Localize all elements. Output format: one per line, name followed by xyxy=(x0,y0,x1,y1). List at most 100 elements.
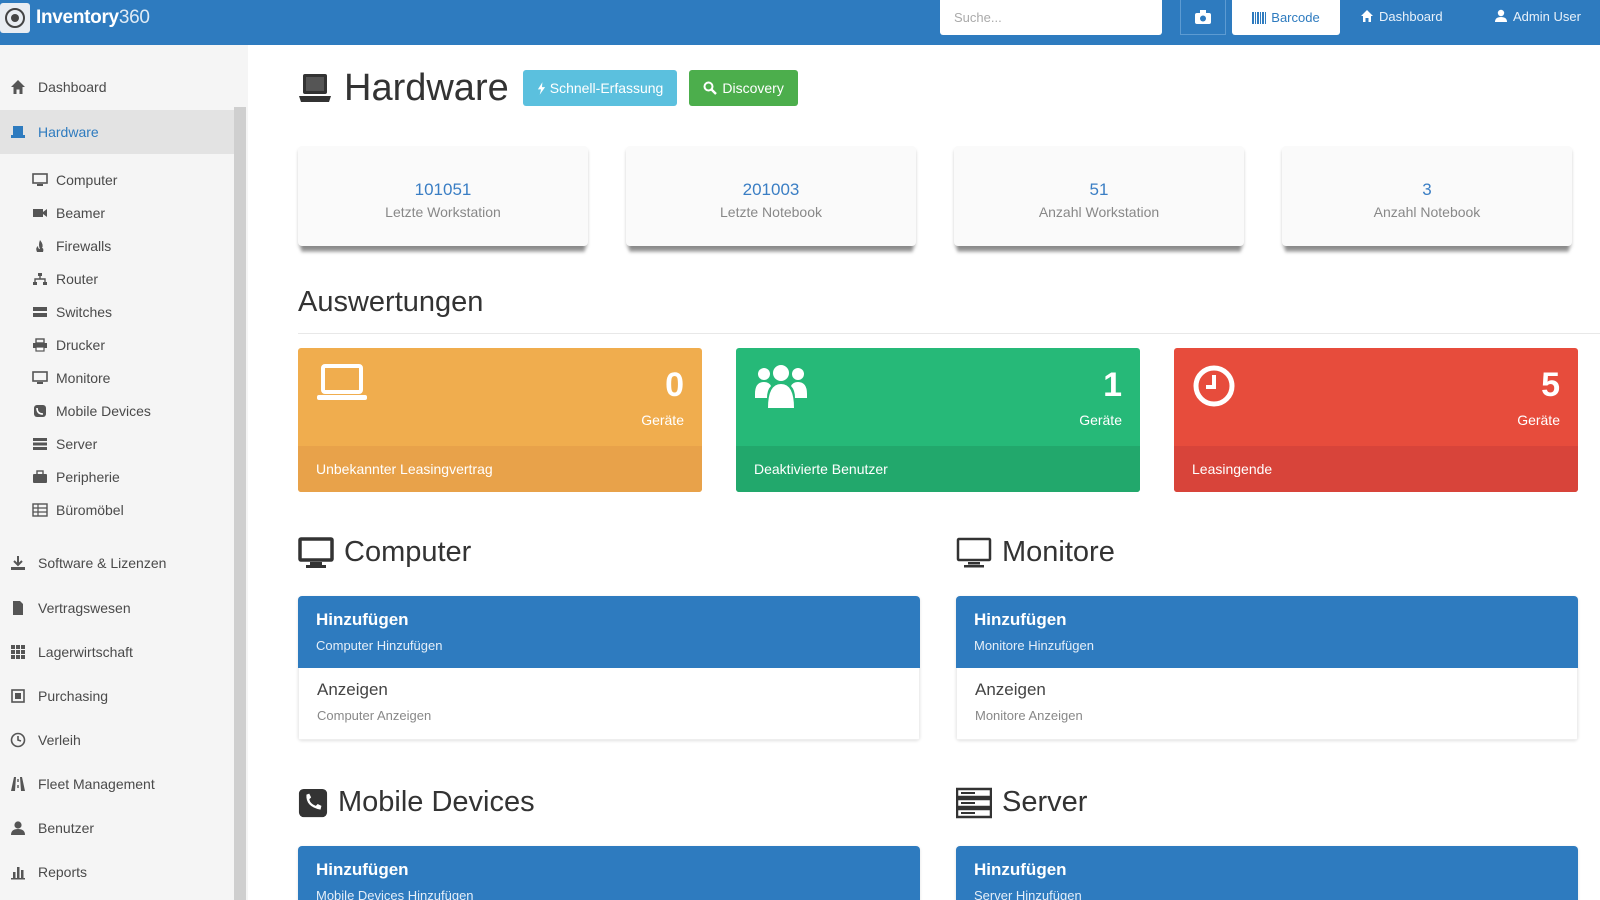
tile-leasing-end[interactable]: 5 Geräte Leasingende xyxy=(1174,348,1578,492)
evaluations-title: Auswertungen xyxy=(298,286,484,318)
stat-card-workstation-count[interactable]: 51 Anzahl Workstation xyxy=(954,146,1244,246)
sidebar-scrollbar[interactable] xyxy=(234,107,246,900)
tile-deactivated-users[interactable]: 1 Geräte Deaktivierte Benutzer xyxy=(736,348,1140,492)
section-title-computer: Computer xyxy=(298,536,471,569)
stat-label: Anzahl Notebook xyxy=(1373,204,1481,220)
sidebar-subitem-label: Computer xyxy=(56,172,118,188)
clock-icon xyxy=(10,732,26,748)
sidebar-subitem-firewalls[interactable]: Firewalls xyxy=(0,230,234,262)
sidebar-item-label: Dashboard xyxy=(38,79,107,95)
user-icon xyxy=(1495,9,1507,22)
panel-add-title: Hinzufügen xyxy=(316,610,409,629)
discovery-button[interactable]: Discovery xyxy=(689,70,798,106)
user-menu[interactable]: Admin User xyxy=(1494,0,1581,32)
sidebar-subitem-server[interactable]: Server xyxy=(0,428,234,460)
tile-unit: Geräte xyxy=(1517,412,1560,428)
panel-show-subtitle: Computer Anzeigen xyxy=(317,708,432,723)
sidebar-item-verleih[interactable]: Verleih xyxy=(0,718,234,762)
sidebar-subitem-monitore[interactable]: Monitore xyxy=(0,362,234,394)
stat-label: Letzte Workstation xyxy=(385,204,501,220)
quick-capture-button[interactable]: Schnell-Erfassung xyxy=(522,70,678,106)
panel-add-subtitle: Mobile Devices Hinzufügen xyxy=(316,888,474,900)
panel-show-title: Anzeigen xyxy=(317,680,388,699)
sidebar-item-label: Hardware xyxy=(38,124,99,140)
sidebar-item-software[interactable]: Software & Lizenzen xyxy=(0,541,234,585)
brand-name: Inventory360 xyxy=(36,6,150,28)
table-icon xyxy=(32,503,48,517)
sidebar-item-purchasing[interactable]: Purchasing xyxy=(0,674,234,718)
sidebar-item-dashboard[interactable]: Dashboard xyxy=(0,65,234,109)
sidebar-subitem-label: Büromöbel xyxy=(56,502,124,518)
sidebar-item-hardware[interactable]: Hardware xyxy=(0,110,234,154)
sidebar-item-vertragswesen[interactable]: Vertragswesen xyxy=(0,586,234,630)
sidebar-item-label: Lagerwirtschaft xyxy=(38,644,133,660)
section-title-server: Server xyxy=(956,786,1087,819)
tile-unknown-leasing[interactable]: 0 Geräte Unbekannter Leasingvertrag xyxy=(298,348,702,492)
show-monitor-button[interactable]: Anzeigen Monitore Anzeigen xyxy=(956,668,1578,740)
stat-card-notebook-count[interactable]: 3 Anzahl Notebook xyxy=(1282,146,1572,246)
tile-unit: Geräte xyxy=(641,412,684,428)
camera-icon xyxy=(1195,10,1211,24)
add-server-button[interactable]: Hinzufügen Server Hinzufügen xyxy=(956,846,1578,900)
panel-add-title: Hinzufügen xyxy=(974,610,1067,629)
panel-add-subtitle: Server Hinzufügen xyxy=(974,888,1082,900)
barcode-button[interactable]: Barcode xyxy=(1232,0,1340,35)
section-title-mobile-devices: Mobile Devices xyxy=(298,786,535,819)
tile-value: 0 xyxy=(665,366,684,404)
show-computer-button[interactable]: Anzeigen Computer Anzeigen xyxy=(298,668,920,740)
sidebar-item-fleet[interactable]: Fleet Management xyxy=(0,762,234,806)
sidebar-subitem-mobile-devices[interactable]: Mobile Devices xyxy=(0,395,234,427)
page-title: Hardware xyxy=(344,66,509,109)
discovery-label: Discovery xyxy=(722,80,784,96)
panel-monitore: Hinzufügen Monitore Hinzufügen Anzeigen … xyxy=(956,596,1578,740)
stat-value: 3 xyxy=(1422,180,1432,199)
sidebar-item-lagerwirtschaft[interactable]: Lagerwirtschaft xyxy=(0,630,234,674)
sidebar-item-label: Purchasing xyxy=(38,688,109,704)
sidebar-item-benutzer[interactable]: Benutzer xyxy=(0,806,234,850)
phone-icon xyxy=(298,788,328,817)
sidebar-subitem-computer[interactable]: Computer xyxy=(0,164,234,196)
stat-value: 101051 xyxy=(414,180,472,199)
tile-unit: Geräte xyxy=(1079,412,1122,428)
network-icon xyxy=(33,273,47,285)
add-computer-button[interactable]: Hinzufügen Computer Hinzufügen xyxy=(298,596,920,668)
divider xyxy=(298,333,1600,334)
stat-label: Anzahl Workstation xyxy=(1038,204,1160,220)
sidebar: Dashboard Hardware Computer Beamer Firew… xyxy=(0,45,248,900)
dashboard-link[interactable]: Dashboard xyxy=(1360,0,1443,32)
sidebar-subitem-label: Server xyxy=(56,436,98,452)
sidebar-subitem-router[interactable]: Router xyxy=(0,263,234,295)
search-input[interactable] xyxy=(940,0,1162,35)
panel-mobile-devices: Hinzufügen Mobile Devices Hinzufügen xyxy=(298,846,920,900)
sidebar-item-reports[interactable]: Reports xyxy=(0,850,234,894)
sidebar-subitem-beamer[interactable]: Beamer xyxy=(0,197,234,229)
brand[interactable]: Inventory360 xyxy=(0,0,150,35)
stat-card-last-workstation[interactable]: 101051 Letzte Workstation xyxy=(298,146,588,246)
sidebar-subitem-bueromoebel[interactable]: Büromöbel xyxy=(0,494,234,526)
panel-add-title: Hinzufügen xyxy=(316,860,409,879)
camera-button[interactable] xyxy=(1180,0,1226,35)
monitor-icon xyxy=(956,537,992,567)
panel-show-title: Anzeigen xyxy=(975,680,1046,699)
sidebar-subitem-label: Beamer xyxy=(56,205,106,221)
tile-value: 1 xyxy=(1103,366,1122,404)
sidebar-subitem-label: Mobile Devices xyxy=(56,403,151,419)
sidebar-subitem-drucker[interactable]: Drucker xyxy=(0,329,234,361)
phone-icon xyxy=(34,405,46,417)
add-mobile-device-button[interactable]: Hinzufügen Mobile Devices Hinzufügen xyxy=(298,846,920,900)
laptop-icon xyxy=(299,74,331,102)
top-navbar: Inventory360 Barcode Dashboard Admin Use… xyxy=(0,0,1600,45)
sidebar-subitem-peripherie[interactable]: Peripherie xyxy=(0,461,234,493)
fire-icon xyxy=(36,240,44,252)
barcode-icon xyxy=(1252,11,1267,24)
sidebar-subitem-switches[interactable]: Switches xyxy=(0,296,234,328)
switch-icon xyxy=(33,307,47,317)
monitor-icon xyxy=(32,371,48,384)
sidebar-subitem-label: Drucker xyxy=(56,337,106,353)
server-icon xyxy=(956,787,992,818)
sidebar-item-label: Software & Lizenzen xyxy=(38,555,167,571)
stat-card-last-notebook[interactable]: 201003 Letzte Notebook xyxy=(626,146,916,246)
add-monitor-button[interactable]: Hinzufügen Monitore Hinzufügen xyxy=(956,596,1578,668)
clock-icon xyxy=(1193,365,1235,407)
briefcase-icon xyxy=(33,470,47,483)
